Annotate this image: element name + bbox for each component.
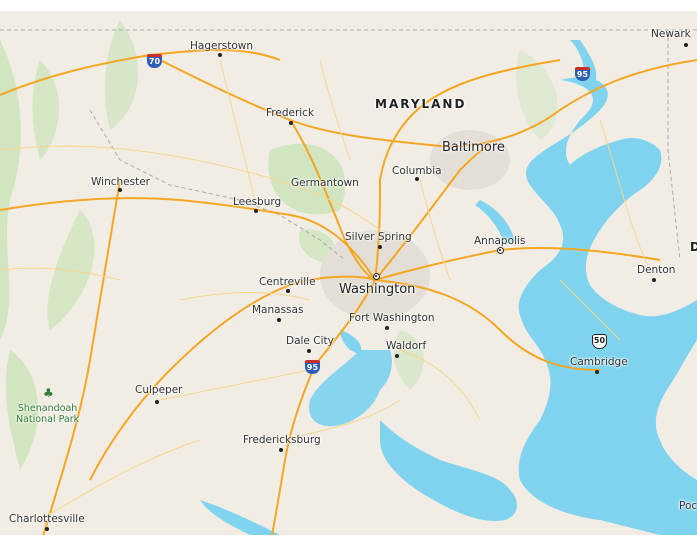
city-dot-manassas bbox=[277, 318, 281, 322]
city-dot-fort-washington bbox=[385, 326, 389, 330]
city-label-cambridge[interactable]: Cambridge bbox=[570, 356, 628, 368]
interstate-shield-icon: 70 bbox=[147, 54, 162, 68]
city-dot-winchester bbox=[118, 188, 122, 192]
top-margin bbox=[0, 0, 697, 11]
city-label-hagerstown[interactable]: Hagerstown bbox=[190, 40, 253, 52]
city-dot-charlottesville bbox=[45, 527, 49, 531]
city-label-winchester[interactable]: Winchester bbox=[91, 176, 150, 188]
state-label-partial: D bbox=[690, 240, 697, 254]
park-label-shenandoah[interactable]: Shenandoah National Park bbox=[16, 403, 79, 425]
city-dot-waldorf bbox=[395, 354, 399, 358]
city-label-annapolis[interactable]: Annapolis bbox=[474, 235, 525, 247]
city-label-germantown[interactable]: Germantown bbox=[291, 177, 359, 189]
map-canvas[interactable] bbox=[0, 0, 697, 546]
city-dot-denton bbox=[652, 278, 656, 282]
city-dot-frederick bbox=[289, 121, 293, 125]
city-label-denton[interactable]: Denton bbox=[637, 264, 675, 276]
tree-icon: ♣ bbox=[43, 386, 54, 400]
us-route-shield-icon: 50 bbox=[592, 334, 607, 349]
city-dot-centreville bbox=[286, 289, 290, 293]
city-label-fort-washington[interactable]: Fort Washington bbox=[349, 312, 435, 324]
city-dot-culpeper bbox=[155, 400, 159, 404]
map-viewport[interactable]: MARYLAND D Hagerstown Frederick Newark B… bbox=[0, 0, 697, 546]
city-label-fredericksburg[interactable]: Fredericksburg bbox=[243, 434, 321, 446]
bottom-margin bbox=[0, 535, 697, 546]
city-label-manassas[interactable]: Manassas bbox=[252, 304, 303, 316]
interstate-shield-icon: 95 bbox=[305, 360, 320, 374]
city-label-silver-spring[interactable]: Silver Spring bbox=[345, 231, 412, 243]
city-label-waldorf[interactable]: Waldorf bbox=[386, 340, 426, 352]
city-label-dale-city[interactable]: Dale City bbox=[286, 335, 334, 347]
city-label-partial-poc[interactable]: Poc bbox=[679, 500, 697, 512]
city-label-newark[interactable]: Newark bbox=[651, 28, 691, 40]
city-dot-newark bbox=[684, 43, 688, 47]
city-dot-leesburg bbox=[254, 209, 258, 213]
city-label-culpeper[interactable]: Culpeper bbox=[135, 384, 182, 396]
city-dot-hagerstown bbox=[218, 53, 222, 57]
city-label-centreville[interactable]: Centreville bbox=[259, 276, 316, 288]
city-dot-columbia bbox=[415, 177, 419, 181]
city-label-baltimore[interactable]: Baltimore bbox=[442, 140, 505, 155]
city-dot-silver-spring bbox=[378, 245, 382, 249]
interstate-shield-icon: 95 bbox=[575, 67, 590, 81]
state-label-maryland: MARYLAND bbox=[375, 97, 467, 111]
city-label-washington[interactable]: Washington bbox=[339, 282, 415, 297]
capital-marker-annapolis bbox=[497, 247, 504, 254]
capital-marker-washington bbox=[373, 273, 380, 280]
city-label-frederick[interactable]: Frederick bbox=[266, 107, 314, 119]
city-label-charlottesville[interactable]: Charlottesville bbox=[9, 513, 85, 525]
city-label-columbia[interactable]: Columbia bbox=[392, 165, 442, 177]
city-dot-dale-city bbox=[307, 349, 311, 353]
city-dot-cambridge bbox=[595, 370, 599, 374]
city-label-leesburg[interactable]: Leesburg bbox=[233, 196, 281, 208]
city-dot-fredericksburg bbox=[279, 448, 283, 452]
